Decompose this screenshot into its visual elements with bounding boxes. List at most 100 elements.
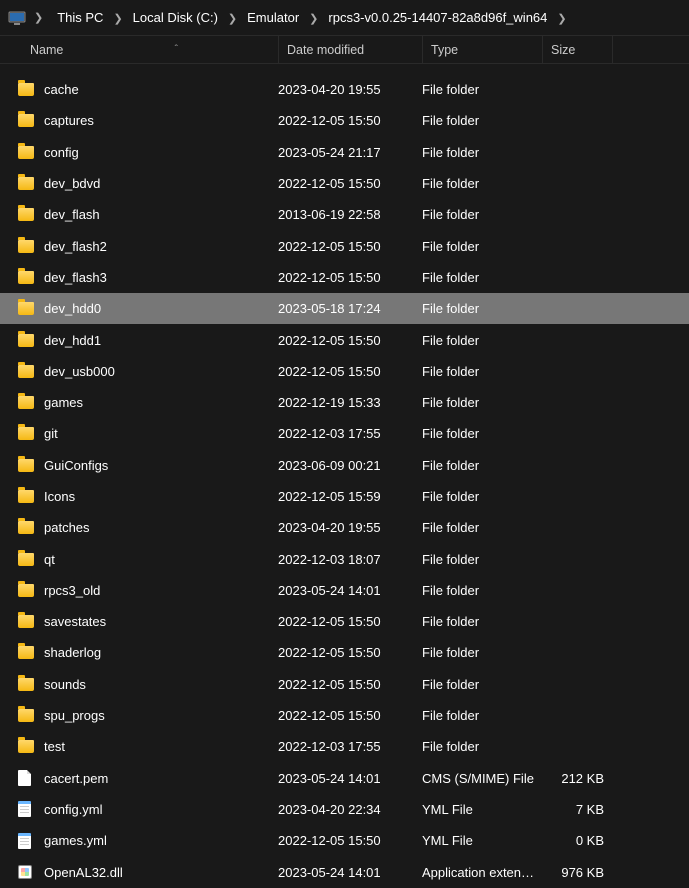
file-row[interactable]: sounds2022-12-05 15:50File folder xyxy=(0,669,689,700)
chevron-right-icon[interactable]: ❯ xyxy=(30,11,47,24)
file-row[interactable]: captures2022-12-05 15:50File folder xyxy=(0,105,689,136)
folder-icon xyxy=(18,83,40,96)
file-row[interactable]: games2022-12-19 15:33File folder xyxy=(0,387,689,418)
file-type: File folder xyxy=(422,739,542,754)
file-name: dev_flash2 xyxy=(40,239,278,254)
file-date: 2022-12-05 15:50 xyxy=(278,708,422,723)
header-name[interactable]: Name ˆ xyxy=(0,36,278,63)
folder-icon xyxy=(18,427,40,440)
file-type: File folder xyxy=(422,113,542,128)
file-type: File folder xyxy=(422,489,542,504)
file-row[interactable]: config2023-05-24 21:17File folder xyxy=(0,137,689,168)
notepad-icon xyxy=(18,801,40,817)
file-type: File folder xyxy=(422,583,542,598)
file-row[interactable]: OpenAL32.dll2023-05-24 14:01Application … xyxy=(0,856,689,887)
file-row[interactable]: savestates2022-12-05 15:50File folder xyxy=(0,606,689,637)
file-row[interactable]: dev_flash2013-06-19 22:58File folder xyxy=(0,199,689,230)
file-date: 2023-04-20 22:34 xyxy=(278,802,422,817)
file-size: 976 KB xyxy=(542,865,608,880)
folder-icon xyxy=(18,521,40,534)
folder-icon xyxy=(18,709,40,722)
header-type[interactable]: Type xyxy=(422,36,542,63)
file-size: 0 KB xyxy=(542,833,608,848)
file-date: 2022-12-05 15:50 xyxy=(278,677,422,692)
breadcrumb-item[interactable]: Emulator xyxy=(241,7,305,28)
file-row[interactable]: dev_hdd02023-05-18 17:24File folder xyxy=(0,293,689,324)
file-name: dev_hdd0 xyxy=(40,301,278,316)
file-row[interactable]: qt2022-12-03 18:07File folder xyxy=(0,543,689,574)
file-date: 2023-04-20 19:55 xyxy=(278,520,422,535)
file-type: File folder xyxy=(422,458,542,473)
file-name: games.yml xyxy=(40,833,278,848)
folder-icon xyxy=(18,396,40,409)
file-name: cacert.pem xyxy=(40,771,278,786)
file-type: File folder xyxy=(422,270,542,285)
file-row[interactable]: dev_bdvd2022-12-05 15:50File folder xyxy=(0,168,689,199)
file-row[interactable]: dev_hdd12022-12-05 15:50File folder xyxy=(0,324,689,355)
file-date: 2022-12-05 15:50 xyxy=(278,333,422,348)
file-name: Icons xyxy=(40,489,278,504)
breadcrumb[interactable]: ❯ This PC❯Local Disk (C:)❯Emulator❯rpcs3… xyxy=(0,0,689,36)
header-date[interactable]: Date modified xyxy=(278,36,422,63)
file-list: cache2023-04-20 19:55File foldercaptures… xyxy=(0,64,689,888)
file-type: File folder xyxy=(422,708,542,723)
chevron-right-icon[interactable]: ❯ xyxy=(224,13,241,25)
file-date: 2022-12-05 15:50 xyxy=(278,113,422,128)
file-type: File folder xyxy=(422,645,542,660)
file-name: config xyxy=(40,145,278,160)
file-date: 2022-12-03 18:07 xyxy=(278,552,422,567)
breadcrumb-item[interactable]: This PC xyxy=(51,7,109,28)
file-date: 2023-05-18 17:24 xyxy=(278,301,422,316)
file-date: 2022-12-05 15:50 xyxy=(278,614,422,629)
file-type: File folder xyxy=(422,364,542,379)
file-type: File folder xyxy=(422,333,542,348)
file-date: 2023-05-24 14:01 xyxy=(278,771,422,786)
file-type: File folder xyxy=(422,301,542,316)
file-date: 2022-12-03 17:55 xyxy=(278,426,422,441)
file-type: CMS (S/MIME) File xyxy=(422,771,542,786)
file-type: File folder xyxy=(422,239,542,254)
file-row[interactable]: dev_flash32022-12-05 15:50File folder xyxy=(0,262,689,293)
file-name: cache xyxy=(40,82,278,97)
file-row[interactable]: test2022-12-03 17:55File folder xyxy=(0,731,689,762)
file-name: savestates xyxy=(40,614,278,629)
folder-icon xyxy=(18,646,40,659)
file-name: dev_flash xyxy=(40,207,278,222)
breadcrumb-item[interactable]: Local Disk (C:) xyxy=(127,7,224,28)
file-row[interactable]: Icons2022-12-05 15:59File folder xyxy=(0,481,689,512)
chevron-right-icon[interactable]: ❯ xyxy=(109,13,126,25)
file-name: dev_hdd1 xyxy=(40,333,278,348)
file-date: 2013-06-19 22:58 xyxy=(278,207,422,222)
header-size[interactable]: Size xyxy=(542,36,612,63)
file-row[interactable]: git2022-12-03 17:55File folder xyxy=(0,418,689,449)
file-date: 2022-12-03 17:55 xyxy=(278,739,422,754)
header-name-label: Name xyxy=(30,43,63,57)
file-row[interactable]: cacert.pem2023-05-24 14:01CMS (S/MIME) F… xyxy=(0,763,689,794)
folder-icon xyxy=(18,678,40,691)
file-row[interactable]: spu_progs2022-12-05 15:50File folder xyxy=(0,700,689,731)
file-name: OpenAL32.dll xyxy=(40,865,278,880)
file-row[interactable]: config.yml2023-04-20 22:34YML File7 KB xyxy=(0,794,689,825)
folder-icon xyxy=(18,208,40,221)
file-row[interactable]: games.yml2022-12-05 15:50YML File0 KB xyxy=(0,825,689,856)
file-date: 2022-12-05 15:50 xyxy=(278,176,422,191)
file-row[interactable]: GuiConfigs2023-06-09 00:21File folder xyxy=(0,450,689,481)
breadcrumb-item[interactable]: rpcs3-v0.0.25-14407-82a8d96f_win64 xyxy=(322,7,553,28)
file-row[interactable]: shaderlog2022-12-05 15:50File folder xyxy=(0,637,689,668)
file-row[interactable]: patches2023-04-20 19:55File folder xyxy=(0,512,689,543)
application-icon xyxy=(18,865,40,879)
file-date: 2022-12-05 15:50 xyxy=(278,364,422,379)
folder-icon xyxy=(18,584,40,597)
file-row[interactable]: dev_flash22022-12-05 15:50File folder xyxy=(0,230,689,261)
header-size-label: Size xyxy=(551,43,575,57)
chevron-right-icon[interactable]: ❯ xyxy=(553,13,570,25)
folder-icon xyxy=(18,240,40,253)
file-row[interactable]: cache2023-04-20 19:55File folder xyxy=(0,74,689,105)
file-row[interactable]: rpcs3_old2023-05-24 14:01File folder xyxy=(0,575,689,606)
file-date: 2022-12-05 15:50 xyxy=(278,833,422,848)
chevron-right-icon[interactable]: ❯ xyxy=(305,13,322,25)
file-name: captures xyxy=(40,113,278,128)
file-date: 2022-12-05 15:50 xyxy=(278,239,422,254)
file-row[interactable]: dev_usb0002022-12-05 15:50File folder xyxy=(0,356,689,387)
file-name: sounds xyxy=(40,677,278,692)
